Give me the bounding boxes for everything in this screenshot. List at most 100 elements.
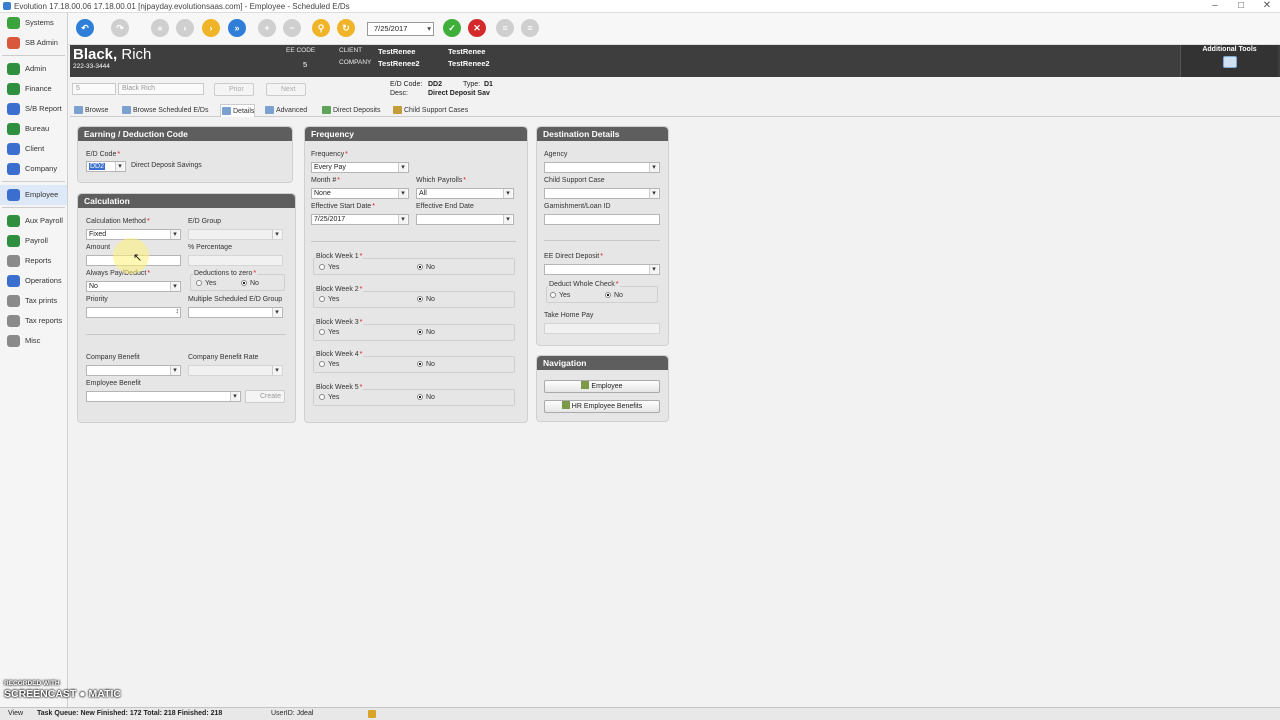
back-icon[interactable]: ↶: [76, 19, 94, 37]
sidebar-item-employee[interactable]: Employee: [0, 185, 67, 205]
whole-check-yes[interactable]: Yes: [550, 292, 570, 299]
create-button[interactable]: Create: [245, 390, 285, 403]
sidebar-item-payroll[interactable]: Payroll: [0, 231, 67, 251]
payroll-icon: [7, 235, 20, 247]
sidebar-item-finance[interactable]: Finance: [0, 79, 67, 99]
sidebar-item-client[interactable]: Client: [0, 139, 67, 159]
window-titlebar: Evolution 17.18.00.06 17.18.00.01 [njpay…: [0, 0, 1280, 13]
frequency-select[interactable]: Every Pay: [311, 162, 409, 173]
deductions-zero-yes[interactable]: Yes: [196, 280, 216, 287]
admin-icon: [7, 63, 20, 75]
start-date-select[interactable]: 7/25/2017: [311, 214, 409, 225]
block-week-1-no[interactable]: No: [417, 264, 435, 271]
next-button[interactable]: Next: [266, 83, 306, 96]
garnishment-input[interactable]: [544, 214, 660, 225]
sidebar-item-label: Payroll: [25, 236, 48, 245]
always-pay-select[interactable]: No: [86, 281, 181, 292]
post-check-icon[interactable]: ✓: [443, 19, 461, 37]
sidebar-item-sb-admin[interactable]: SB Admin: [0, 33, 67, 53]
multiple-group-select[interactable]: [188, 307, 283, 318]
prior-record-icon[interactable]: ‹: [176, 19, 194, 37]
sidebar-item-label: Bureau: [25, 124, 50, 133]
additional-tools[interactable]: Additional Tools: [1180, 45, 1278, 77]
block-week-2-no[interactable]: No: [417, 296, 435, 303]
multiple-group-label: Multiple Scheduled E/D Group: [188, 296, 283, 303]
company-name: TestRenee2: [378, 59, 420, 68]
which-payrolls-select[interactable]: All: [416, 188, 514, 199]
end-date-select[interactable]: [416, 214, 514, 225]
refresh-icon[interactable]: ↻: [337, 19, 355, 37]
delete-icon[interactable]: −: [283, 19, 301, 37]
earning-panel: Earning / Deduction Code E/D Code* DD2 D…: [77, 126, 293, 183]
last-record-icon[interactable]: »: [228, 19, 246, 37]
month-select[interactable]: None: [311, 188, 409, 199]
sidebar-item-tax-prints[interactable]: Tax prints: [0, 291, 67, 311]
ee-direct-deposit-select[interactable]: [544, 264, 660, 275]
percentage-input[interactable]: [188, 255, 283, 266]
sidebar-item-bureau[interactable]: Bureau: [0, 119, 67, 139]
view-menu[interactable]: View: [8, 708, 23, 720]
insert-icon[interactable]: +: [258, 19, 276, 37]
priority-input[interactable]: [86, 307, 181, 318]
prior-button[interactable]: Prior: [214, 83, 254, 96]
tab-child-support[interactable]: Child Support Cases: [392, 104, 468, 117]
tab-details[interactable]: Details: [220, 104, 256, 117]
search-icon[interactable]: ⚲: [312, 19, 330, 37]
maximize-icon[interactable]: □: [1228, 0, 1254, 13]
sidebar-item-company[interactable]: Company: [0, 159, 67, 179]
ed-code-select[interactable]: DD2: [86, 161, 126, 172]
ee-select[interactable]: 5: [72, 83, 116, 95]
close-icon[interactable]: ✕: [1254, 0, 1280, 13]
child-support-select[interactable]: [544, 188, 660, 199]
employee-benefit-select[interactable]: [86, 391, 241, 402]
misc-icon: [7, 335, 20, 347]
s-b-report-icon: [7, 103, 20, 115]
block-week-4-yes[interactable]: Yes: [319, 361, 339, 368]
sidebar-item-label: S/B Report: [25, 104, 62, 113]
calc-method-select[interactable]: Fixed: [86, 229, 181, 240]
company-benefit-rate-select[interactable]: [188, 365, 283, 376]
aux-payroll-icon: [7, 215, 20, 227]
tab-advanced[interactable]: Advanced: [264, 104, 307, 117]
sidebar-item-tax-reports[interactable]: Tax reports: [0, 311, 67, 331]
sidebar-item-misc[interactable]: Misc: [0, 331, 67, 351]
block-week-5-no[interactable]: No: [417, 394, 435, 401]
employee-nav-button[interactable]: Employee: [544, 380, 660, 393]
client-icon: [7, 143, 20, 155]
tab-browse[interactable]: Browse: [73, 104, 108, 117]
copy-icon[interactable]: ≡: [521, 19, 539, 37]
ed-group-select[interactable]: [188, 229, 283, 240]
block-week-4-no[interactable]: No: [417, 361, 435, 368]
company-benefit-select[interactable]: [86, 365, 181, 376]
block-week-1-yes[interactable]: Yes: [319, 264, 339, 271]
tab-direct-deposits[interactable]: Direct Deposits: [321, 104, 380, 117]
name-select[interactable]: Black Rich: [118, 83, 204, 95]
deductions-zero-no[interactable]: No: [241, 280, 259, 287]
sidebar-item-s-b-report[interactable]: S/B Report: [0, 99, 67, 119]
sidebar-item-operations[interactable]: Operations: [0, 271, 67, 291]
start-date-label: Effective Start Date*: [311, 203, 375, 210]
sidebar-item-systems[interactable]: Systems: [0, 13, 67, 33]
whole-check-no[interactable]: No: [605, 292, 623, 299]
cancel-x-icon[interactable]: ✕: [468, 19, 486, 37]
block-week-2-yes[interactable]: Yes: [319, 296, 339, 303]
agency-select[interactable]: [544, 162, 660, 173]
print-icon[interactable]: ≡: [496, 19, 514, 37]
ee-code-value: 5: [303, 60, 308, 69]
first-record-icon[interactable]: «: [151, 19, 169, 37]
date-select[interactable]: 7/25/2017: [367, 22, 434, 36]
block-week-3-yes[interactable]: Yes: [319, 329, 339, 336]
minimize-icon[interactable]: –: [1202, 0, 1228, 13]
block-week-3-no[interactable]: No: [417, 329, 435, 336]
sidebar-item-reports[interactable]: Reports: [0, 251, 67, 271]
take-home-input[interactable]: [544, 323, 660, 334]
next-record-icon[interactable]: ›: [202, 19, 220, 37]
tab-browse-scheduled[interactable]: Browse Scheduled E/Ds: [121, 104, 208, 117]
sidebar-item-aux-payroll[interactable]: Aux Payroll: [0, 211, 67, 231]
sidebar-item-admin[interactable]: Admin: [0, 59, 67, 79]
type-label: Type:: [463, 81, 481, 88]
hr-benefits-nav-button[interactable]: HR Employee Benefits: [544, 400, 660, 413]
block-week-5-yes[interactable]: Yes: [319, 394, 339, 401]
earning-title: Earning / Deduction Code: [78, 127, 292, 141]
forward-icon[interactable]: ↷: [111, 19, 129, 37]
